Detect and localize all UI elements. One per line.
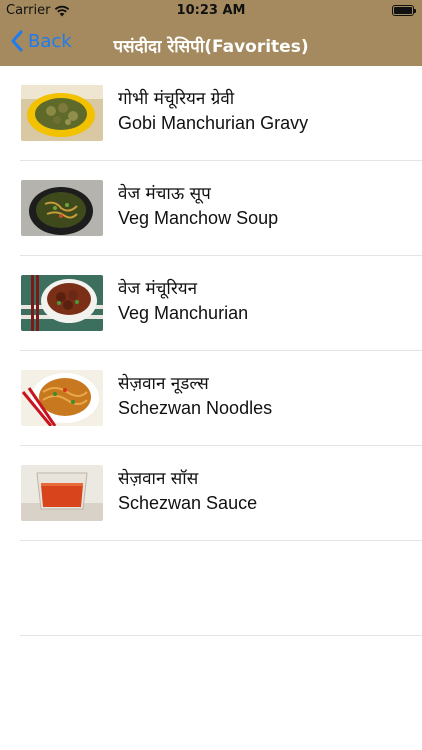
recipe-row-gobi-manchurian-gravy[interactable]: गोभी मंचूरियन ग्रेवी Gobi Manchurian Gra… [0, 66, 422, 161]
recipe-title-english: Veg Manchurian [118, 303, 249, 323]
recipe-thumbnail [21, 180, 103, 236]
recipe-thumbnail [21, 85, 103, 141]
empty-row [0, 541, 422, 636]
recipe-row-veg-manchurian[interactable]: वेज मंचूरियन Veg Manchurian [0, 256, 422, 351]
recipe-title-english: Veg Manchow Soup [118, 208, 279, 228]
recipe-title-hindi: वेज मंचूरियन [118, 279, 198, 299]
recipe-thumbnail [21, 370, 103, 426]
battery-icon [392, 5, 416, 16]
recipe-thumbnail [21, 465, 103, 521]
recipe-title-hindi: वेज मंचाऊ सूप [118, 184, 211, 204]
page-title: पसंदीदा रेसिपी(Favorites) [113, 37, 309, 57]
status-time: 10:23 AM [176, 3, 246, 18]
battery-level [394, 7, 412, 14]
recipe-title-hindi: सेज़वान नूडल्स [118, 374, 209, 394]
row-divider [20, 635, 422, 636]
navigation-bar: Back पसंदीदा रेसिपी(Favorites) [0, 22, 422, 66]
recipe-title-hindi: गोभी मंचूरियन ग्रेवी [118, 89, 235, 109]
status-bar: Carrier 10:23 AM [0, 0, 422, 22]
recipe-row-veg-manchow-soup[interactable]: वेज मंचाऊ सूप Veg Manchow Soup [0, 161, 422, 256]
favorites-list: गोभी मंचूरियन ग्रेवी Gobi Manchurian Gra… [0, 66, 422, 636]
recipe-row-schezwan-noodles[interactable]: सेज़वान नूडल्स Schezwan Noodles [0, 351, 422, 446]
recipe-title-english: Schezwan Sauce [118, 493, 258, 513]
recipe-title-english: Schezwan Noodles [118, 398, 273, 418]
recipe-thumbnail [21, 275, 103, 331]
recipe-title-english: Gobi Manchurian Gravy [118, 113, 309, 133]
recipe-title-hindi: सेज़वान सॉस [118, 469, 199, 489]
recipe-row-schezwan-sauce[interactable]: सेज़वान सॉस Schezwan Sauce [0, 446, 422, 541]
top-bar: Carrier 10:23 AM Back पसंदीदा रेसिपी(Fav… [0, 0, 422, 66]
